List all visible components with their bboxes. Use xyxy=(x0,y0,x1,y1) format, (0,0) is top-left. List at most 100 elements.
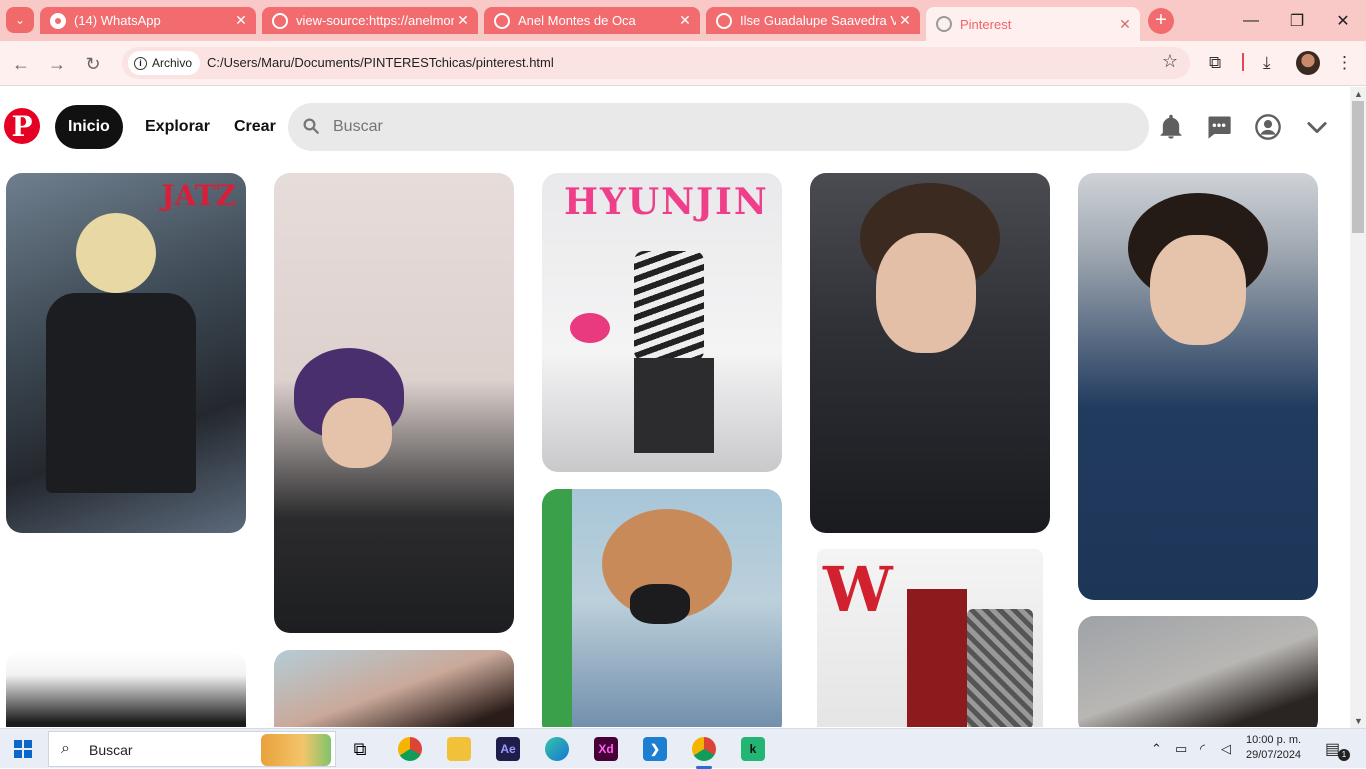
pin-card[interactable]: W xyxy=(817,549,1043,727)
pin-figure xyxy=(76,213,156,293)
scrollbar-thumb[interactable] xyxy=(1352,101,1364,233)
globe-icon xyxy=(936,16,952,32)
chrome-profile-app[interactable] xyxy=(684,733,724,769)
search-input[interactable] xyxy=(333,103,1113,151)
forward-arrow-icon[interactable]: → xyxy=(44,51,70,77)
globe-icon xyxy=(716,12,732,29)
chrome-app[interactable] xyxy=(390,733,430,765)
edge-app[interactable] xyxy=(537,733,577,765)
globe-icon xyxy=(494,12,510,29)
pin-card[interactable] xyxy=(810,173,1050,533)
pinterest-logo-icon[interactable]: P xyxy=(4,108,40,144)
browser-tab-strip: ⌄ (14) WhatsApp ✕ view-source:https://an… xyxy=(0,0,1366,41)
minimize-button[interactable]: — xyxy=(1228,0,1274,41)
scroll-up-arrow-icon[interactable]: ▲ xyxy=(1354,89,1363,99)
tab-title: view-source:https://anelmon xyxy=(296,13,454,28)
nav-create[interactable]: Crear xyxy=(221,105,289,149)
close-icon[interactable]: ✕ xyxy=(232,12,250,29)
back-arrow-icon[interactable]: ← xyxy=(8,51,34,77)
nav-explore[interactable]: Explorar xyxy=(132,105,223,149)
pin-caption: HYUNJIN xyxy=(564,181,769,223)
taskbar-search[interactable]: ⌕ Buscar xyxy=(48,731,336,767)
clock-time: 10:00 p. m. xyxy=(1246,734,1302,746)
bookmark-star-icon[interactable]: ☆ xyxy=(1162,51,1178,72)
clock-date: 29/07/2024 xyxy=(1246,749,1302,761)
tab-title: Pinterest xyxy=(960,16,1012,32)
browser-toolbar: ← → ↻ i Archivo C:/Users/Maru/Documents/… xyxy=(0,41,1366,86)
pin-figure xyxy=(630,584,690,624)
account-icon[interactable] xyxy=(1254,113,1282,141)
bell-icon[interactable] xyxy=(1157,113,1185,141)
site-info-label: Archivo xyxy=(152,56,193,70)
url-text[interactable]: C:/Users/Maru/Documents/PINTERESTchicas/… xyxy=(207,55,554,70)
profile-avatar[interactable] xyxy=(1296,51,1320,75)
chrome-icon xyxy=(398,737,422,761)
close-icon[interactable]: ✕ xyxy=(896,12,914,29)
after-effects-app[interactable]: Ae xyxy=(488,733,528,765)
tab-view-source[interactable]: view-source:https://anelmon ✕ xyxy=(262,7,478,34)
pin-card[interactable]: HYUNJIN xyxy=(542,173,782,472)
pin-caption: W xyxy=(823,553,893,626)
pin-card[interactable] xyxy=(274,173,514,633)
tab-title: (14) WhatsApp xyxy=(74,13,161,28)
download-icon[interactable]: ⤓ xyxy=(1263,53,1271,73)
windows-taskbar: ⌕ Buscar ⧉ Ae Xd ❯ k ⌃ ▭ ◜ ◁ 10:00 p. m.… xyxy=(0,728,1366,769)
address-bar[interactable]: i Archivo C:/Users/Maru/Documents/PINTER… xyxy=(122,47,1190,79)
tab-anel[interactable]: Anel Montes de Oca ✕ xyxy=(484,7,700,34)
vscode-app[interactable]: ❯ xyxy=(635,733,675,765)
vscode-icon: ❯ xyxy=(643,737,667,761)
task-view-button[interactable]: ⧉ xyxy=(340,733,380,765)
pin-figure xyxy=(634,358,714,453)
volume-icon[interactable]: ◁ xyxy=(1221,741,1231,757)
pin-card[interactable]: JATZ xyxy=(6,173,246,533)
pin-card[interactable] xyxy=(6,651,246,727)
info-icon: i xyxy=(134,56,147,70)
extensions-icon[interactable]: ⧉ xyxy=(1209,53,1221,73)
scroll-down-arrow-icon[interactable]: ▼ xyxy=(1354,716,1363,726)
more-menu-icon[interactable]: ⋮ xyxy=(1336,53,1353,73)
close-icon[interactable]: ✕ xyxy=(454,12,472,29)
wifi-icon[interactable]: ◜ xyxy=(1200,741,1205,757)
kaspersky-app[interactable]: k xyxy=(733,733,773,765)
tab-pinterest[interactable]: Pinterest ✕ xyxy=(926,7,1140,41)
chevron-up-icon[interactable]: ⌃ xyxy=(1151,741,1162,757)
windows-start-icon[interactable] xyxy=(14,740,32,758)
pinterest-header: P Inicio Explorar Crear xyxy=(0,87,1350,167)
close-icon[interactable]: ✕ xyxy=(1116,16,1134,33)
site-info-chip[interactable]: i Archivo xyxy=(128,51,201,75)
chrome-profile-icon xyxy=(692,737,716,761)
folder-icon xyxy=(447,737,471,761)
pin-figure xyxy=(876,233,976,353)
new-tab-button[interactable]: + xyxy=(1148,8,1174,34)
globe-icon xyxy=(272,12,288,29)
page-scrollbar[interactable]: ▲ ▼ xyxy=(1350,87,1366,728)
tab-title: Anel Montes de Oca xyxy=(518,13,636,28)
battery-icon[interactable]: ▭ xyxy=(1175,741,1187,757)
file-explorer-app[interactable] xyxy=(439,733,479,765)
restore-button[interactable]: ❐ xyxy=(1274,0,1320,41)
close-icon[interactable]: ✕ xyxy=(676,12,694,29)
reload-icon[interactable]: ↻ xyxy=(80,51,106,77)
taskbar-search-label: Buscar xyxy=(89,742,133,758)
pin-card[interactable] xyxy=(1078,173,1318,600)
close-window-button[interactable]: ✕ xyxy=(1320,0,1366,41)
search-highlight-image xyxy=(261,734,331,766)
taskbar-clock[interactable]: 10:00 p. m. 29/07/2024 xyxy=(1246,733,1301,763)
pin-card[interactable] xyxy=(542,489,782,727)
chevron-down-icon[interactable] xyxy=(1303,113,1331,141)
whatsapp-icon xyxy=(50,12,66,29)
pin-figure xyxy=(907,589,967,727)
nav-home[interactable]: Inicio xyxy=(55,105,123,149)
pin-caption: JATZ xyxy=(161,179,236,212)
pin-figure xyxy=(634,251,704,361)
search-bar xyxy=(288,103,1149,151)
adobe-xd-app[interactable]: Xd xyxy=(586,733,626,765)
tab-ilse[interactable]: Ilse Guadalupe Saavedra Villa ✕ xyxy=(706,7,920,34)
tab-search-button[interactable]: ⌄ xyxy=(6,7,34,33)
tab-whatsapp[interactable]: (14) WhatsApp ✕ xyxy=(40,7,256,34)
pin-card[interactable] xyxy=(1078,616,1318,727)
pin-card[interactable] xyxy=(274,650,514,727)
tab-title: Ilse Guadalupe Saavedra Villa xyxy=(740,13,896,28)
heart-icon xyxy=(570,313,610,343)
messages-icon[interactable] xyxy=(1205,113,1233,141)
